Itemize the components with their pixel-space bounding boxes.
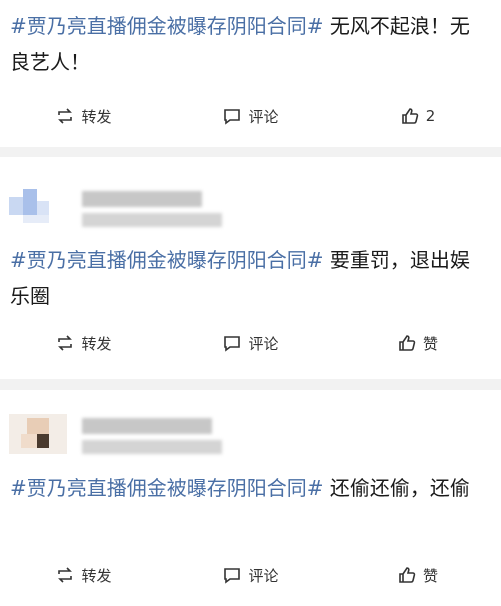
comment-label: 评论 [248, 566, 279, 585]
post-text: #贾乃亮直播佣金被曝存阴阳合同# 无风不起浪！无良艺人！ [0, 0, 501, 80]
username[interactable] [82, 418, 212, 434]
comment-button[interactable]: 评论 [167, 106, 334, 127]
like-label: 赞 [422, 566, 438, 585]
repost-icon [55, 333, 75, 353]
post-body: 还偷还偷，还偷 [323, 476, 470, 500]
like-button[interactable]: 赞 [334, 333, 501, 354]
avatar[interactable] [9, 175, 67, 233]
repost-label: 转发 [81, 334, 112, 353]
topic-link[interactable]: #贾乃亮直播佣金被曝存阴阳合同# [10, 248, 324, 272]
thumbs-up-icon [397, 565, 417, 585]
comment-label: 评论 [248, 334, 279, 353]
comment-icon [222, 565, 242, 585]
post-meta [82, 440, 222, 454]
comment-button[interactable]: 评论 [167, 565, 334, 586]
repost-icon [55, 106, 75, 126]
repost-label: 转发 [81, 107, 112, 126]
avatar[interactable] [9, 404, 67, 462]
action-bar: 转发 评论 赞 [0, 555, 501, 595]
action-bar: 转发 评论 赞 [0, 323, 501, 363]
topic-link[interactable]: #贾乃亮直播佣金被曝存阴阳合同# [10, 14, 324, 38]
like-count: 2 [425, 107, 436, 125]
post-text: #贾乃亮直播佣金被曝存阴阳合同# 还偷还偷，还偷 [0, 470, 501, 506]
post-card: #贾乃亮直播佣金被曝存阴阳合同# 要重罚，退出娱乐圈 转发 评论 赞 [0, 157, 501, 379]
comment-label: 评论 [248, 107, 279, 126]
comment-button[interactable]: 评论 [167, 333, 334, 354]
topic-link[interactable]: #贾乃亮直播佣金被曝存阴阳合同# [10, 476, 324, 500]
repost-label: 转发 [81, 566, 112, 585]
thumbs-up-icon [400, 106, 420, 126]
action-bar: 转发 评论 2 [0, 96, 501, 136]
post-card: #贾乃亮直播佣金被曝存阴阳合同# 还偷还偷，还偷 转发 评论 赞 [0, 390, 501, 606]
comment-icon [222, 106, 242, 126]
username[interactable] [82, 191, 202, 207]
repost-button[interactable]: 转发 [0, 565, 167, 586]
comment-icon [222, 333, 242, 353]
post-text: #贾乃亮直播佣金被曝存阴阳合同# 要重罚，退出娱乐圈 [0, 242, 501, 314]
thumbs-up-icon [397, 333, 417, 353]
like-label: 赞 [422, 334, 438, 353]
like-button[interactable]: 2 [334, 106, 501, 126]
repost-button[interactable]: 转发 [0, 106, 167, 127]
repost-icon [55, 565, 75, 585]
post-header [0, 157, 501, 242]
like-button[interactable]: 赞 [334, 565, 501, 586]
post-meta [82, 213, 222, 227]
post-card: #贾乃亮直播佣金被曝存阴阳合同# 无风不起浪！无良艺人！ 转发 评论 2 [0, 0, 501, 147]
repost-button[interactable]: 转发 [0, 333, 167, 354]
post-header [0, 390, 501, 470]
